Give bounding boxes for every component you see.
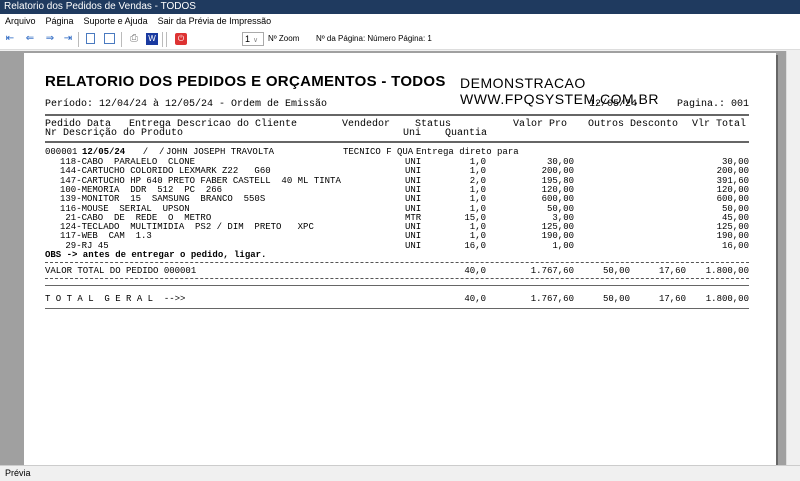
prev-page-icon[interactable]: ⇐ — [24, 33, 36, 45]
single-page-icon[interactable] — [86, 33, 95, 44]
divider — [45, 278, 749, 279]
header-total: Vlr Total — [692, 119, 747, 130]
report-date: 12/05/24 — [589, 99, 638, 110]
grand-total-label: T O T A L G E R A L -->> — [45, 294, 186, 304]
word-export-icon[interactable]: W — [146, 33, 158, 45]
item-uni: UNI — [405, 240, 422, 251]
preview-area: RELATORIO DOS PEDIDOS E ORÇAMENTOS - TOD… — [0, 51, 786, 473]
order-entrega: / / — [132, 147, 165, 157]
order-obs: OBS -> antes de entregar o pedido, ligar… — [45, 250, 267, 260]
grand-total-outros: 50,00 — [602, 294, 630, 304]
divider — [45, 285, 749, 286]
header-vendedor: Vendedor — [342, 119, 391, 130]
print-icon[interactable]: ⎙ — [128, 33, 140, 45]
separator — [121, 32, 122, 47]
header-produto: Nr Descrição do Produto — [45, 128, 184, 139]
item-qty: 16,0 — [464, 240, 486, 251]
order-vendedor: TECNICO F QUA — [343, 147, 414, 157]
menu-bar: Arquivo Página Suporte e Ajuda Sair da P… — [0, 14, 800, 28]
status-bar: Prévia — [0, 465, 800, 480]
item-price: 1,00 — [552, 240, 574, 251]
divider — [45, 262, 749, 263]
first-page-icon[interactable]: ⇤ — [4, 33, 16, 45]
page-number-label: Nº da Página: Número Página: 1 — [316, 34, 432, 43]
menu-sair[interactable]: Sair da Prévia de Impressão — [158, 14, 272, 28]
report-title: RELATORIO DOS PEDIDOS E ORÇAMENTOS - TOD… — [45, 73, 446, 90]
grand-total-total: 1.800,00 — [705, 294, 749, 304]
header-quantia: Quantia — [445, 128, 488, 139]
zoom-label: Nº Zoom — [268, 34, 300, 43]
divider — [45, 308, 749, 309]
separator — [162, 32, 163, 47]
grand-total-qty: 40,0 — [464, 294, 486, 304]
order-total-desconto: 17,60 — [658, 266, 686, 276]
header-outros: Outros Desconto — [588, 119, 679, 130]
order-total-outros: 50,00 — [602, 266, 630, 276]
report-page: RELATORIO DOS PEDIDOS E ORÇAMENTOS - TOD… — [24, 53, 776, 473]
order-total-valor: 1.767,60 — [530, 266, 574, 276]
divider — [45, 114, 749, 116]
toolbar: ⇤ ⇐ ⇒ ⇥ ⎙ W ⏻ 1 ∨ Nº Zoom Nº da Página: N… — [0, 28, 800, 50]
next-page-icon[interactable]: ⇒ — [44, 33, 56, 45]
header-valor: Valor Pro — [513, 119, 568, 130]
period: Período: 12/04/24 à 12/05/24 - Ordem de … — [45, 99, 328, 110]
separator — [78, 32, 79, 47]
vertical-scrollbar[interactable] — [786, 51, 800, 465]
divider — [45, 141, 749, 143]
order-date: 12/05/24 — [82, 147, 126, 157]
grand-total-valor: 1.767,60 — [530, 294, 574, 304]
menu-suporte[interactable]: Suporte e Ajuda — [84, 14, 148, 28]
separator — [166, 32, 167, 47]
order-total-total: 1.800,00 — [705, 266, 749, 276]
item-total: 16,00 — [721, 240, 749, 251]
menu-pagina[interactable]: Página — [46, 14, 74, 28]
grand-total-desconto: 17,60 — [658, 294, 686, 304]
page-number: Pagina.: 001 — [676, 99, 749, 110]
two-page-icon[interactable] — [104, 33, 115, 44]
zoom-select[interactable]: 1 ∨ — [242, 32, 264, 46]
order-total-qty: 40,0 — [464, 266, 486, 276]
menu-arquivo[interactable]: Arquivo — [5, 14, 36, 28]
last-page-icon[interactable]: ⇥ — [62, 33, 74, 45]
order-nr: 000001 — [45, 147, 78, 157]
order-client: JOHN JOSEPH TRAVOLTA — [166, 147, 275, 157]
order-total-label: VALOR TOTAL DO PEDIDO 000001 — [45, 266, 197, 276]
window-title: Relatorio dos Pedidos de Vendas - TODOS — [0, 0, 800, 14]
order-status: Entrega direto para — [416, 147, 519, 157]
close-preview-icon[interactable]: ⏻ — [175, 33, 187, 45]
header-uni: Uni — [403, 128, 422, 139]
chevron-down-icon: ∨ — [253, 37, 259, 44]
